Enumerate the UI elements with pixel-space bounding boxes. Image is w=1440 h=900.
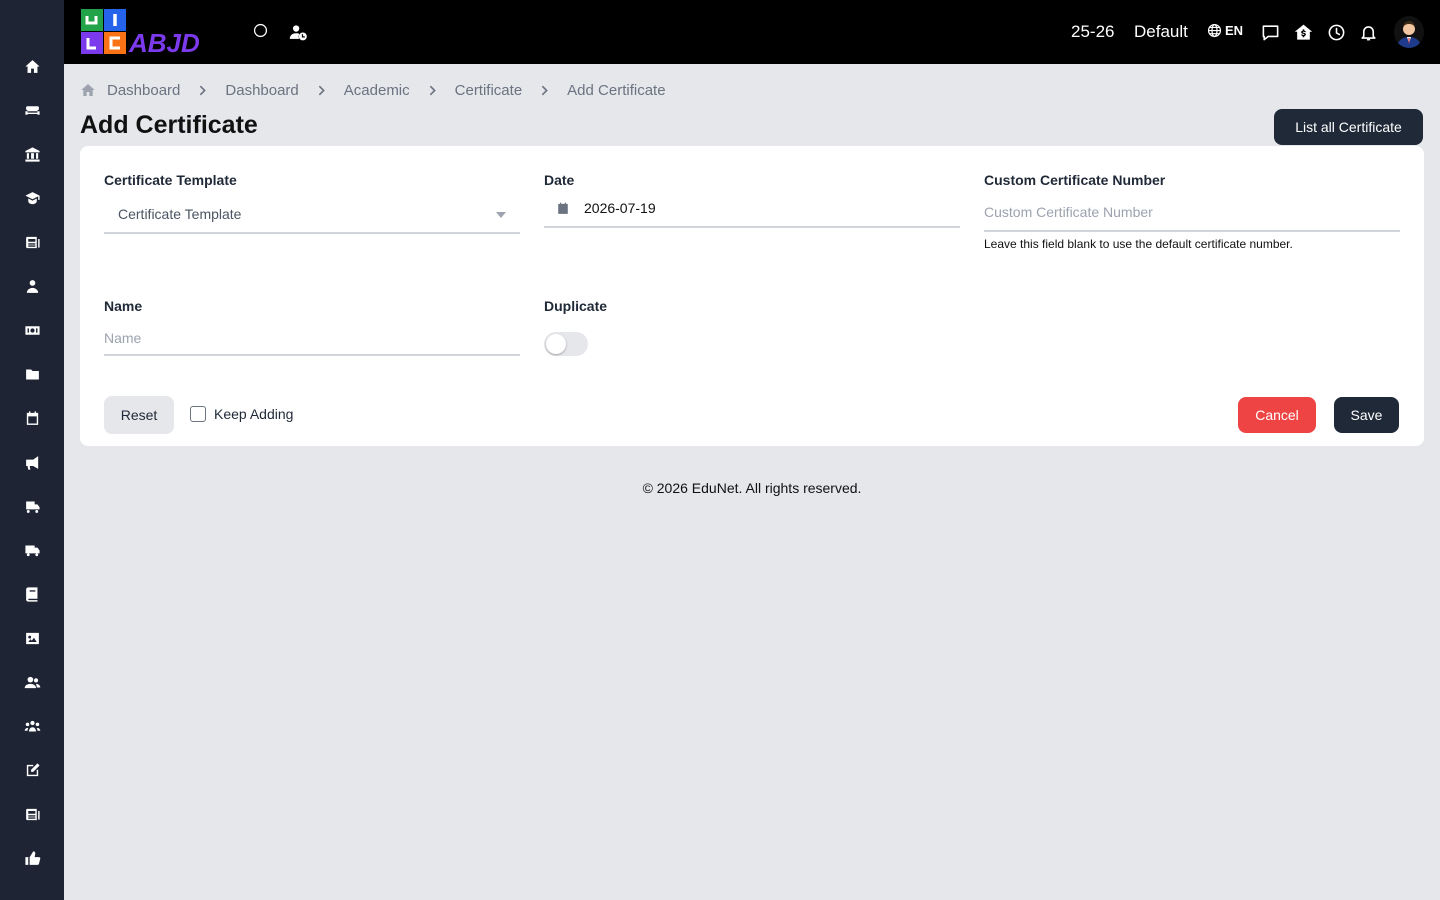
sidebar-users-icon[interactable] [20, 670, 44, 694]
calendar-icon [558, 202, 568, 214]
checkbox-box[interactable] [190, 406, 206, 422]
sidebar-megaphone-icon[interactable] [20, 450, 44, 474]
keep-adding-checkbox[interactable]: Keep Adding [190, 406, 293, 422]
sidebar-bank-icon[interactable] [20, 142, 44, 166]
duplicate-toggle[interactable] [544, 332, 588, 356]
sidebar-newspaper-icon[interactable] [20, 230, 44, 254]
custom-number-label: Custom Certificate Number [984, 172, 1166, 188]
breadcrumb-item-dashboard[interactable]: Dashboard [107, 82, 180, 99]
home-dollar-icon[interactable] [1291, 20, 1315, 44]
list-all-certificate-button[interactable]: List all Certificate [1274, 109, 1423, 145]
user-clock-icon[interactable] [286, 20, 310, 44]
custom-number-helper: Leave this field blank to use the defaul… [984, 237, 1293, 251]
chevron-right-icon [541, 85, 548, 95]
breadcrumb-item-current: Add Certificate [567, 81, 666, 99]
chevron-right-icon [429, 85, 436, 95]
top-bar: ABJD 25-26 Default EN [64, 0, 1440, 64]
page-title: Add Certificate [80, 111, 258, 139]
name-label: Name [104, 298, 143, 314]
sidebar-folder-icon[interactable] [20, 362, 44, 386]
breadcrumb-home-icon[interactable] [80, 82, 96, 98]
custom-number-placeholder: Custom Certificate Number [984, 204, 1153, 220]
user-avatar[interactable] [1394, 16, 1424, 48]
sidebar-image-icon[interactable] [20, 626, 44, 650]
sidebar-truck-icon[interactable] [20, 538, 44, 562]
reset-button[interactable]: Reset [104, 396, 174, 434]
chevron-down-icon [496, 212, 506, 218]
breadcrumb-item-certificate[interactable]: Certificate [455, 82, 523, 99]
breadcrumb: Dashboard Dashboard Academic Certificate… [80, 81, 666, 99]
custom-number-input[interactable]: Custom Certificate Number [984, 200, 1400, 232]
breadcrumb-item-dashboard-2[interactable]: Dashboard [225, 82, 298, 99]
bell-icon[interactable] [1356, 20, 1380, 44]
footer-copyright: © 2026 EduNet. All rights reserved. [642, 480, 862, 496]
sidebar-school-bus-icon[interactable] [20, 494, 44, 518]
breadcrumb-item-academic[interactable]: Academic [344, 82, 410, 99]
message-icon[interactable] [1258, 20, 1282, 44]
chevron-right-icon [200, 85, 207, 95]
sidebar-calendar-icon[interactable] [20, 406, 44, 430]
name-input[interactable]: Name [104, 324, 520, 356]
language-selector[interactable]: EN [1207, 23, 1243, 38]
sidebar-graduate-icon[interactable] [20, 186, 44, 210]
sidebar-user-tie-icon[interactable] [20, 274, 44, 298]
date-label: Date [544, 172, 575, 188]
certificate-template-placeholder: Certificate Template [118, 206, 242, 222]
cancel-button[interactable]: Cancel [1238, 397, 1316, 433]
save-button[interactable]: Save [1334, 397, 1399, 433]
sidebar-thumbs-up-icon[interactable] [20, 846, 44, 870]
certificate-template-select[interactable]: Certificate Template [104, 200, 520, 234]
abjd-logo[interactable]: ABJD [80, 8, 226, 58]
sidebar-book-icon[interactable] [20, 582, 44, 606]
certificate-template-label: Certificate Template [104, 172, 237, 188]
language-code: EN [1225, 23, 1244, 38]
sidebar [0, 0, 64, 900]
sidebar-money-icon[interactable] [20, 318, 44, 342]
branch-name[interactable]: Default [1134, 22, 1188, 42]
date-value: 2026-07-19 [584, 200, 656, 216]
sidebar-sofa-icon[interactable] [20, 98, 44, 122]
toggle-knob [546, 334, 566, 354]
certificate-form: Certificate Template Certificate Templat… [80, 146, 1424, 446]
sidebar-news-icon[interactable] [20, 802, 44, 826]
clock-icon[interactable] [1324, 20, 1348, 44]
globe-icon [1207, 23, 1222, 38]
date-input[interactable]: 2026-07-19 [544, 196, 960, 228]
duplicate-label: Duplicate [544, 298, 608, 314]
chevron-right-icon [318, 85, 325, 95]
sidebar-edit-icon[interactable] [20, 758, 44, 782]
svg-text:ABJD: ABJD [128, 28, 200, 56]
sidebar-home-icon[interactable] [20, 54, 44, 78]
sidebar-people-group-icon[interactable] [20, 714, 44, 738]
keep-adding-label: Keep Adding [214, 406, 294, 422]
session-year[interactable]: 25-26 [1071, 22, 1114, 42]
name-placeholder: Name [104, 330, 142, 346]
loading-circle-icon[interactable] [248, 18, 272, 42]
